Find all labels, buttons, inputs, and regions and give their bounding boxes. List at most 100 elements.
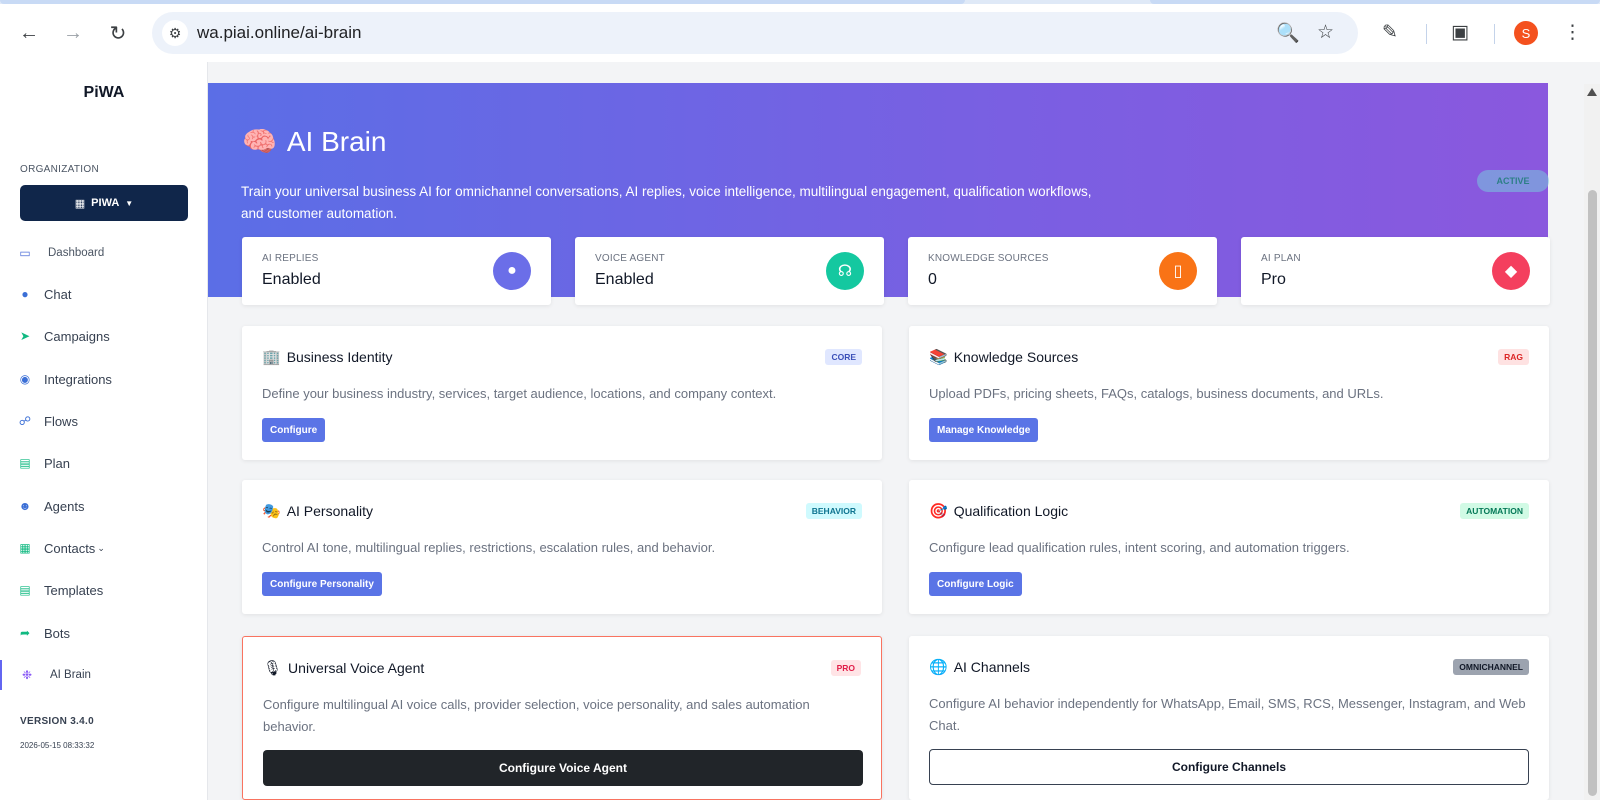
monitor-icon: ▭ xyxy=(19,246,31,260)
template-icon: ▤ xyxy=(19,583,31,597)
user-icon: ☻ xyxy=(18,499,32,513)
card-ai-personality: 🎭 AI Personality BEHAVIOR Control AI tone, … xyxy=(242,480,882,614)
reload-icon[interactable]: ↻ xyxy=(104,19,132,47)
card-title-text: Knowledge Sources xyxy=(953,349,1079,365)
sidebar-item-templates[interactable]: ▤ Templates xyxy=(0,575,208,605)
browser-toolbar: ← → ↻ ⚙ wa.piai.online/ai-brain 🔍 ☆ ✎ ▣ … xyxy=(0,4,1600,62)
back-icon[interactable]: ← xyxy=(15,19,43,47)
sidebar-item-integrations[interactable]: ◉ Integrations xyxy=(0,364,208,394)
organization-name: PIWA xyxy=(91,197,120,209)
stat-value: Enabled xyxy=(595,271,654,288)
sidebar-item-contacts[interactable]: ▦ Contacts ⌄ xyxy=(0,533,208,563)
brain-gear-icon: ❉ xyxy=(21,668,33,682)
card-title: 🏢 Business Identity xyxy=(262,348,393,366)
card-description: Define your business industry, services,… xyxy=(262,386,777,401)
sidebar-item-label: Bots xyxy=(44,625,71,641)
caret-down-icon: ▼ xyxy=(125,198,134,208)
version-label: VERSION 3.4.0 xyxy=(20,716,94,727)
stat-value: Enabled xyxy=(262,271,321,288)
profile-avatar[interactable]: S xyxy=(1514,21,1538,45)
card-badge: RAG xyxy=(1498,349,1529,365)
site-settings-icon[interactable]: ⚙ xyxy=(162,20,188,46)
qualification-logic-button[interactable]: Configure Logic xyxy=(929,572,1022,596)
card-description: Configure AI behavior independently for … xyxy=(929,696,1526,733)
configure-channels-button[interactable]: Configure Channels xyxy=(929,749,1529,785)
extensions-icon[interactable]: ✎ xyxy=(1382,21,1398,44)
ai-personality-button[interactable]: Configure Personality xyxy=(262,572,382,596)
card-title: 📚 Knowledge Sources xyxy=(929,348,1078,366)
sidebar-item-label: Plan xyxy=(44,455,71,471)
card-title-text: Universal Voice Agent xyxy=(288,660,425,676)
address-bar[interactable]: ⚙ wa.piai.online/ai-brain 🔍 ☆ xyxy=(152,12,1358,54)
card-title-text: AI Channels xyxy=(953,659,1030,675)
sidebar-item-label: Flows xyxy=(44,413,78,429)
url-text[interactable]: wa.piai.online/ai-brain xyxy=(197,23,361,43)
kebab-menu-icon[interactable]: ⋮ xyxy=(1563,21,1582,44)
scrollbar-thumb[interactable] xyxy=(1588,190,1597,796)
universal-voice-agent-icon: 🎙 xyxy=(263,660,283,677)
sidebar-item-label: Chat xyxy=(44,286,72,302)
stat-label: KNOWLEDGE SOURCES xyxy=(928,253,1049,264)
sidebar-item-plan[interactable]: ▤ Plan xyxy=(0,448,208,478)
version-timestamp: 2026-05-15 08:33:32 xyxy=(20,741,95,750)
card-badge: CORE xyxy=(825,349,862,365)
share-icon: ➦ xyxy=(19,626,31,640)
configure-voice-agent-button[interactable]: Configure Voice Agent xyxy=(263,750,863,786)
sidebar-item-label: Templates xyxy=(44,582,104,598)
ai-personality-icon: 🎭 xyxy=(262,503,281,520)
sidebar-item-agents[interactable]: ☻ Agents xyxy=(0,491,208,521)
page-description: Train your universal business AI for omn… xyxy=(241,184,1092,221)
card-badge: PRO xyxy=(830,660,861,676)
building-icon: ▦ xyxy=(74,197,86,210)
sidebar-item-chat[interactable]: ● Chat xyxy=(0,279,208,309)
contacts-icon: ▦ xyxy=(19,541,31,555)
sidebar-item-label: Integrations xyxy=(44,371,112,387)
card-business-identity: 🏢 Business Identity CORE Define your busine… xyxy=(242,326,882,460)
organization-dropdown[interactable]: ▦ PIWA ▼ xyxy=(20,185,188,221)
flow-icon: ☍ xyxy=(18,414,32,428)
card-title: 🌐 AI Channels xyxy=(929,658,1030,676)
bookmark-star-icon[interactable]: ☆ xyxy=(1317,21,1334,44)
stat-card-voice-agent: VOICE AGENT Enabled ☊ xyxy=(575,237,884,305)
stat-card-knowledge-sources: KNOWLEDGE SOURCES 0 ▯ xyxy=(908,237,1217,305)
stat-card-ai-replies: AI REPLIES Enabled ● xyxy=(242,237,551,305)
sidebar-item-label: AI Brain xyxy=(50,669,91,681)
stat-value: 0 xyxy=(928,271,937,288)
stat-label: AI REPLIES xyxy=(262,253,319,264)
knowledge-sources-button[interactable]: Manage Knowledge xyxy=(929,418,1039,442)
chat-bubble-icon: ● xyxy=(493,252,531,290)
card-description: Upload PDFs, pricing sheets, FAQs, catal… xyxy=(929,386,1384,401)
sidebar-item-ai-brain[interactable]: ❉ AI Brain xyxy=(0,660,208,690)
sidebar-item-label: Dashboard xyxy=(48,247,105,259)
forward-icon[interactable]: → xyxy=(59,19,87,47)
stat-card-ai-plan: AI PLAN Pro ◆ xyxy=(1241,237,1550,305)
sidebar: PiWA ORGANIZATION ▦ PIWA ▼ ▭ Dashboard ● Ch… xyxy=(0,62,208,800)
business-identity-button[interactable]: Configure xyxy=(262,418,326,442)
card-universal-voice-agent: 🎙 Universal Voice Agent PRO Configure multi… xyxy=(242,636,882,800)
sidebar-item-label: Agents xyxy=(44,498,85,514)
card-badge: OMNICHANNEL xyxy=(1453,659,1529,675)
sidebar-item-campaigns[interactable]: ➤ Campaigns xyxy=(0,321,208,351)
qualification-logic-icon: 🎯 xyxy=(929,503,948,520)
status-badge: ACTIVE xyxy=(1477,170,1549,192)
card-title-text: Qualification Logic xyxy=(953,503,1069,519)
zoom-icon[interactable]: 🔍 xyxy=(1276,21,1300,45)
scroll-up-arrow[interactable] xyxy=(1587,88,1597,96)
card-description: Control AI tone, multilingual replies, r… xyxy=(262,540,716,555)
card-title: 🎭 AI Personality xyxy=(262,502,373,520)
sidebar-item-bots[interactable]: ➦ Bots xyxy=(0,618,208,648)
page-title: 🧠 AI Brain xyxy=(242,125,386,158)
sidebar-item-label: Campaigns xyxy=(44,328,110,344)
sidebar-item-flows[interactable]: ☍ Flows xyxy=(0,406,208,436)
brand-logo[interactable]: PiWA xyxy=(0,84,208,102)
card-title-text: Business Identity xyxy=(286,349,393,365)
toolbar-separator xyxy=(1426,24,1427,44)
screen-search-icon[interactable]: ▣ xyxy=(1451,21,1469,44)
card-ai-channels: 🌐 AI Channels OMNICHANNEL Configure AI beha… xyxy=(909,636,1549,800)
brain-icon: 🧠 xyxy=(242,126,277,157)
card-title: 🎯 Qualification Logic xyxy=(929,502,1068,520)
card-description: Configure lead qualification rules, inte… xyxy=(929,540,1350,555)
sidebar-item-dashboard[interactable]: ▭ Dashboard xyxy=(0,238,208,268)
toolbar-separator xyxy=(1494,24,1495,44)
stat-label: VOICE AGENT xyxy=(595,253,665,264)
